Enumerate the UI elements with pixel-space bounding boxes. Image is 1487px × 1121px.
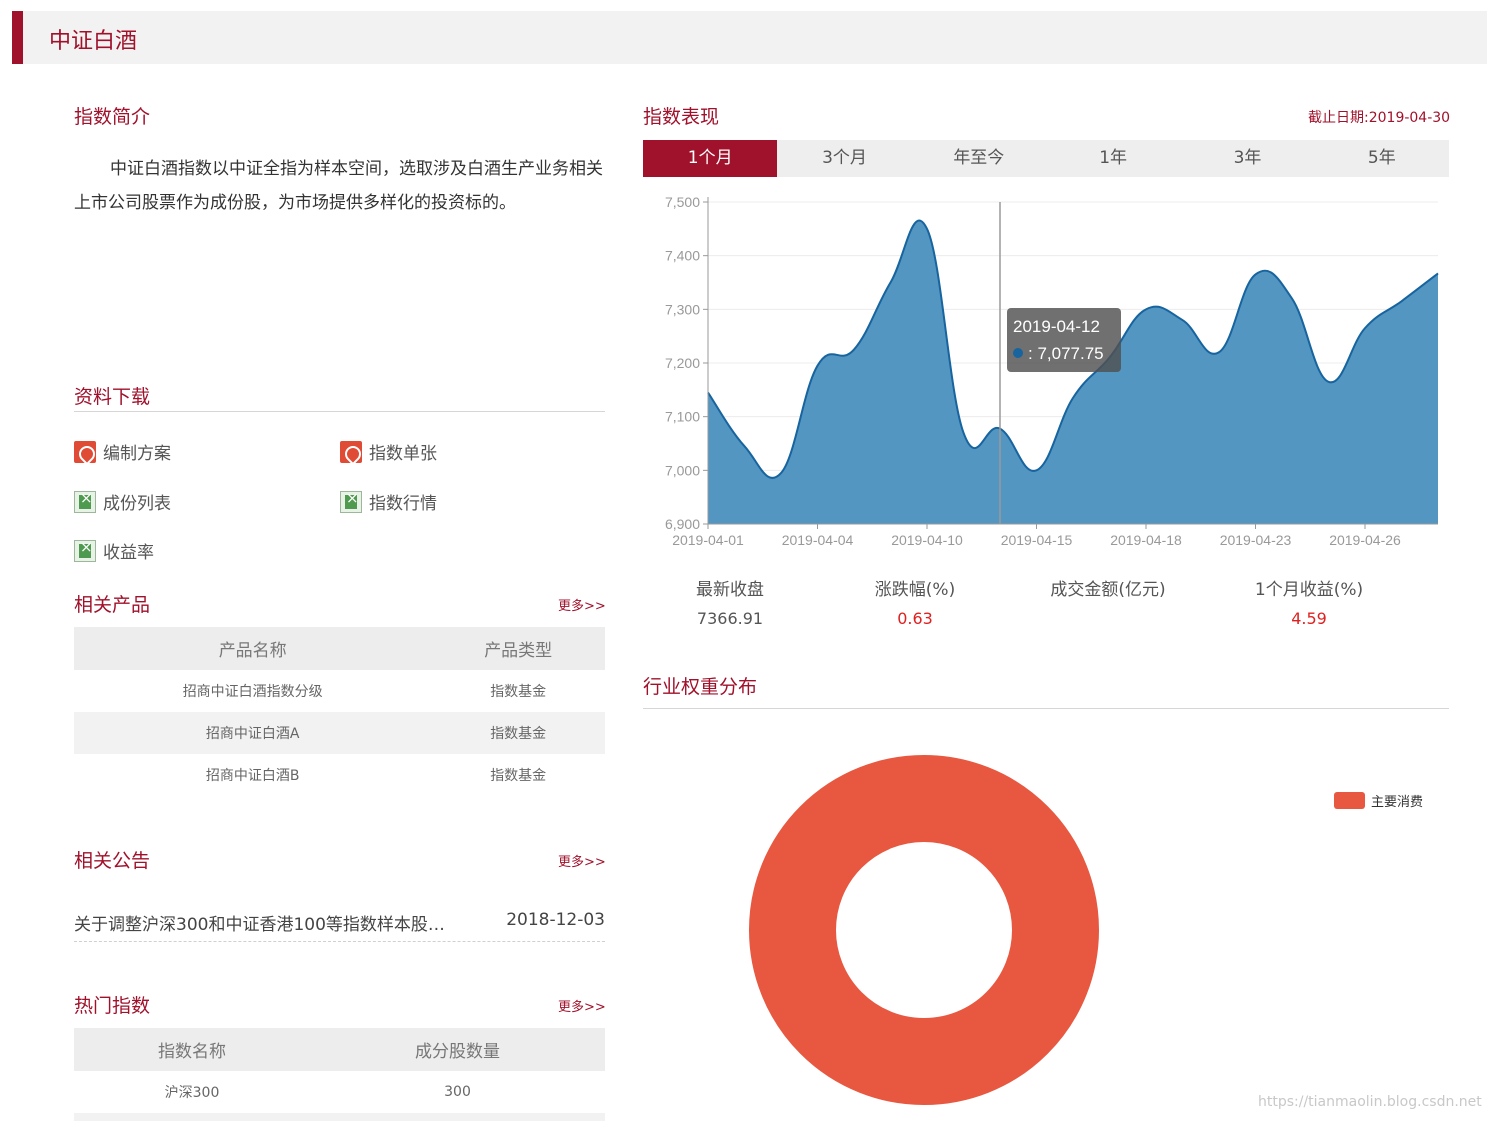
industry-title: 行业权重分布	[643, 676, 758, 698]
product-type: 指数基金	[490, 768, 547, 784]
donut-slice	[749, 755, 1099, 1105]
hot-indexes-more-link[interactable]: 更多>>	[558, 996, 606, 1015]
excel-icon	[74, 489, 96, 513]
download-label: 成份列表	[103, 494, 171, 514]
tab-3-months[interactable]: 3个月	[777, 140, 911, 177]
y-tick-label: 6,900	[665, 516, 700, 532]
tooltip-marker	[1013, 348, 1023, 358]
notices-title: 相关公告	[74, 850, 151, 872]
hot-indexes-table: 指数名称 成分股数量 沪深300 300	[74, 1028, 605, 1121]
related-products-title: 相关产品	[74, 594, 151, 616]
excel-icon	[74, 538, 96, 562]
stat-latest-close: 最新收盘 7366.91	[680, 575, 780, 628]
notice-date: 2018-12-03	[506, 910, 605, 930]
product-name: 招商中证白酒指数分级	[182, 684, 323, 700]
related-products-more-link[interactable]: 更多>>	[558, 595, 606, 614]
download-quotes[interactable]: 指数行情	[340, 489, 437, 514]
as-of-label: 截止日期:	[1308, 110, 1369, 126]
y-tick-label: 7,200	[665, 355, 700, 371]
pdf-icon	[340, 440, 362, 463]
legend-label: 主要消费	[1371, 795, 1424, 810]
x-tick-label: 2019-04-26	[1329, 532, 1401, 548]
performance-title: 指数表现	[643, 106, 720, 128]
series-area	[708, 220, 1438, 524]
tab-ytd[interactable]: 年至今	[912, 140, 1046, 177]
hot-indexes-title: 热门指数	[74, 995, 151, 1017]
stat-1m-return: 1个月收益(%) 4.59	[1239, 575, 1379, 628]
notice-item[interactable]: 关于调整沪深300和中证香港100等指数样本股… 2018-12-03	[74, 908, 605, 942]
download-label: 编制方案	[103, 444, 171, 464]
y-tick-label: 7,400	[665, 248, 700, 264]
table-row[interactable]: 沪深300 300	[74, 1071, 605, 1113]
as-of-value: 2019-04-30	[1368, 110, 1451, 126]
y-tick-label: 7,100	[665, 409, 700, 425]
table-header: 成分股数量	[310, 1028, 605, 1071]
product-name: 招商中证白酒A	[74, 712, 432, 754]
period-tabs: 1个月 3个月 年至今 1年 3年 5年	[643, 140, 1449, 177]
x-tick-label: 2019-04-15	[1001, 532, 1073, 548]
index-name: 沪深300	[164, 1085, 220, 1101]
download-label: 指数行情	[369, 494, 437, 514]
stat-label: 1个月收益(%)	[1254, 580, 1364, 600]
pdf-icon	[74, 440, 96, 463]
as-of-date: 截止日期:2019-04-30	[1308, 107, 1450, 127]
tab-1-month[interactable]: 1个月	[643, 140, 778, 177]
table-row[interactable]: 招商中证白酒B 指数基金	[74, 754, 605, 796]
stat-label: 最新收盘	[696, 580, 764, 600]
tab-1-year[interactable]: 1年	[1046, 140, 1180, 177]
x-tick-label: 2019-04-23	[1220, 532, 1292, 548]
stat-label: 成交金额(亿元)	[1050, 580, 1166, 600]
tab-3-years[interactable]: 3年	[1180, 140, 1314, 177]
stat-label: 涨跌幅(%)	[874, 580, 956, 600]
download-label: 指数单张	[369, 444, 437, 464]
legend-swatch	[1334, 792, 1365, 809]
table-header: 指数名称	[74, 1028, 310, 1071]
x-tick-label: 2019-04-01	[672, 532, 744, 548]
excel-icon	[340, 489, 362, 513]
download-constituents[interactable]: 成份列表	[74, 489, 171, 514]
related-products-table: 产品名称 产品类型 招商中证白酒指数分级 指数基金 招商中证白酒A 指数基金 招…	[74, 627, 605, 796]
y-tick-label: 7,300	[665, 301, 700, 317]
download-methodology[interactable]: 编制方案	[74, 439, 171, 464]
stat-change-pct: 涨跌幅(%) 0.63	[855, 575, 975, 628]
constituent-count: 300	[444, 1084, 471, 1100]
stat-value: 7366.91	[696, 609, 764, 628]
stat-value: 4.59	[1291, 609, 1327, 628]
downloads-divider	[74, 411, 605, 412]
header-accent-bar	[12, 11, 23, 64]
download-returns[interactable]: 收益率	[74, 538, 154, 563]
table-row[interactable]: 招商中证白酒指数分级 指数基金	[74, 670, 605, 712]
donut-legend[interactable]: 主要消费	[1334, 791, 1423, 810]
table-row	[74, 1113, 605, 1121]
download-factsheet[interactable]: 指数单张	[340, 439, 437, 464]
download-label: 收益率	[103, 543, 154, 563]
stat-turnover: 成交金额(亿元)	[1033, 575, 1183, 609]
intro-title: 指数简介	[74, 106, 151, 128]
industry-donut-chart[interactable]	[643, 720, 1203, 1121]
downloads-title: 资料下载	[74, 386, 151, 408]
watermark: https://tianmaolin.blog.csdn.net	[1258, 1094, 1482, 1110]
intro-text: 中证白酒指数以中证全指为样本空间，选取涉及白酒生产业务相关上市公司股票作为成份股…	[74, 159, 603, 213]
y-tick-label: 7,500	[665, 194, 700, 210]
x-tick-label: 2019-04-18	[1110, 532, 1182, 548]
x-tick-label: 2019-04-10	[891, 532, 963, 548]
notices-more-link[interactable]: 更多>>	[558, 851, 606, 870]
tooltip-date: 2019-04-12	[1013, 317, 1100, 336]
product-name: 招商中证白酒B	[205, 768, 300, 784]
tab-5-years[interactable]: 5年	[1315, 140, 1449, 177]
y-tick-label: 7,000	[665, 462, 700, 478]
tooltip-value: : 7,077.75	[1028, 344, 1104, 363]
stat-value: 0.63	[897, 609, 933, 628]
performance-chart[interactable]: 6,900 7,000 7,100 7,200 7,300 7,400 7,500 2019-…	[643, 185, 1449, 555]
industry-divider	[643, 708, 1449, 709]
notice-text[interactable]: 关于调整沪深300和中证香港100等指数样本股…	[74, 910, 454, 935]
product-type: 指数基金	[431, 712, 605, 754]
product-type: 指数基金	[490, 684, 547, 700]
page-header: 中证白酒	[12, 11, 1487, 64]
table-header: 产品名称	[74, 627, 432, 670]
x-tick-label: 2019-04-04	[782, 532, 854, 548]
table-header: 产品类型	[431, 627, 605, 670]
page-title: 中证白酒	[49, 29, 138, 54]
table-row[interactable]: 招商中证白酒A 指数基金	[74, 712, 605, 754]
